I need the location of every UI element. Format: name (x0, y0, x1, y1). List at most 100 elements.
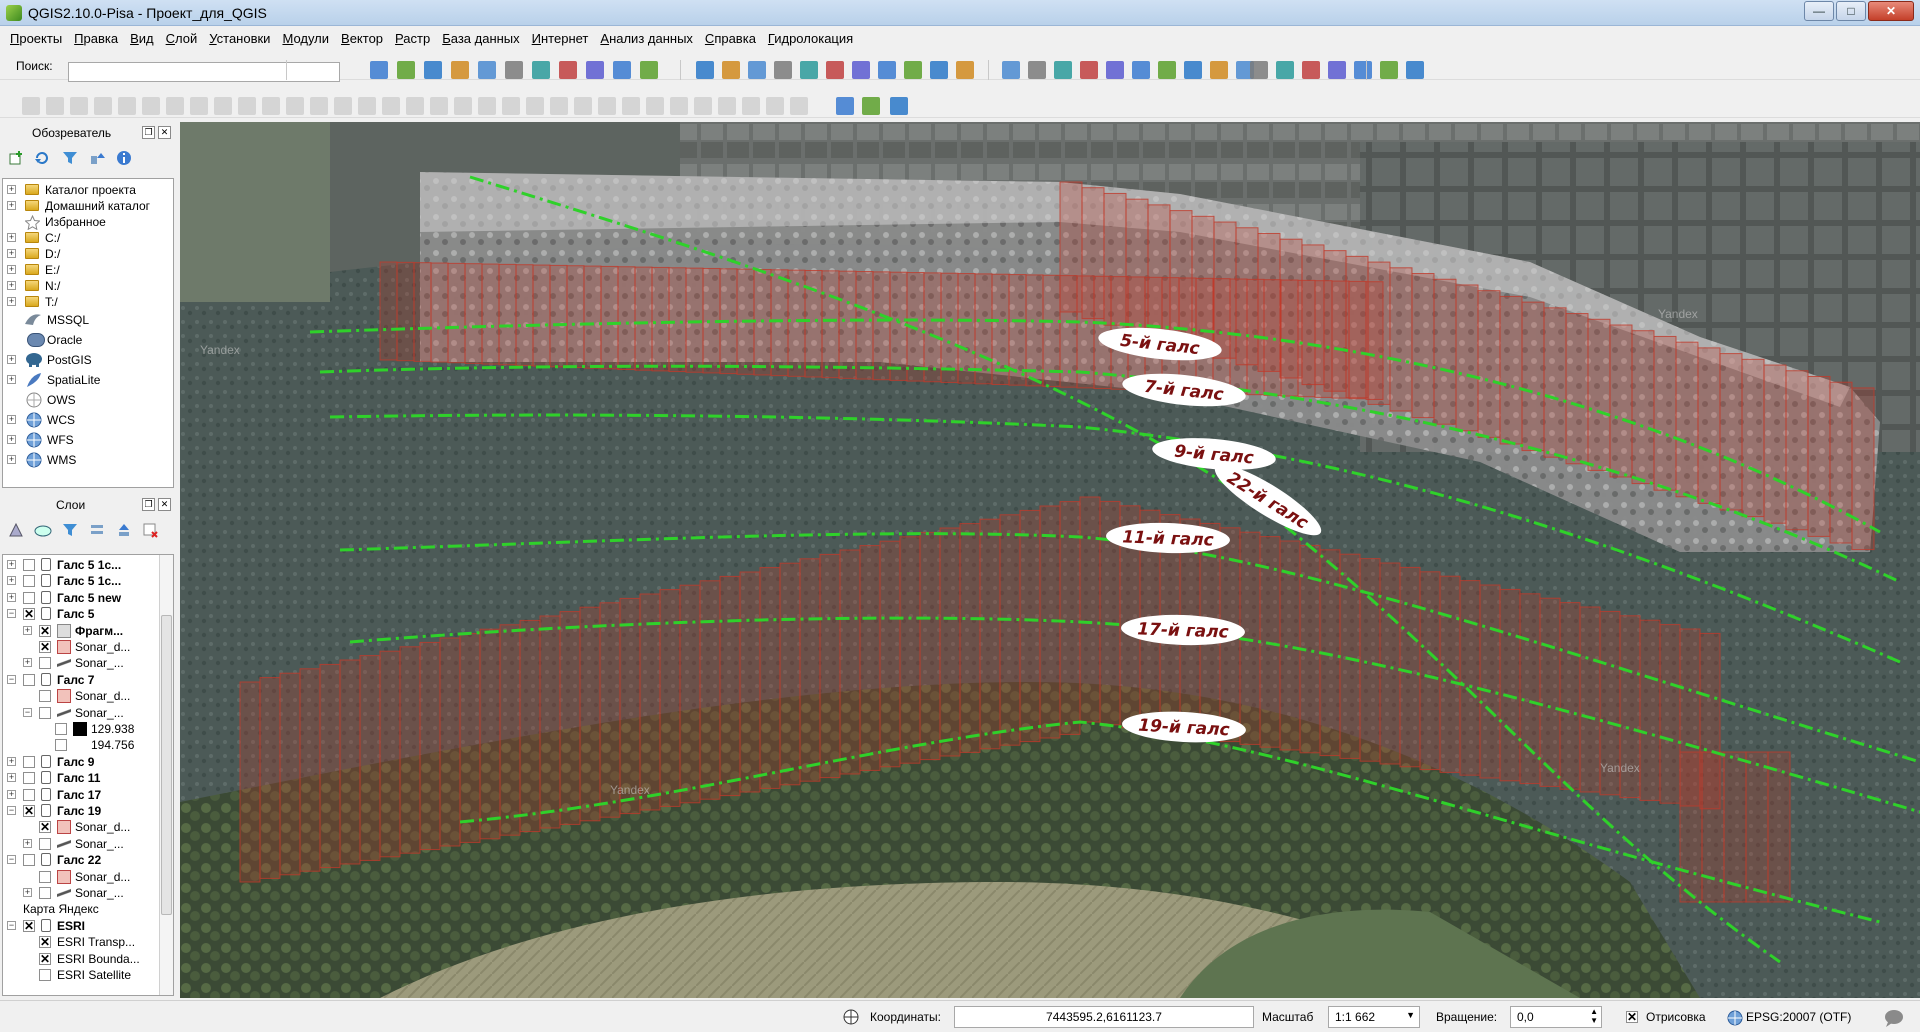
layer-row[interactable]: ✕ Sonar_d... (3, 639, 159, 655)
layer-visibility-checkbox[interactable] (23, 854, 35, 867)
layer-visibility-checkbox[interactable]: ✕ (23, 805, 35, 817)
tree-item-mssql[interactable]: MSSQL (3, 312, 173, 328)
close-button[interactable]: ✕ (1868, 1, 1914, 21)
tree-item-ows[interactable]: OWS (3, 392, 173, 408)
layer-row[interactable]: + ✕ Фрагм... (3, 623, 159, 639)
edit-tool-icon[interactable] (310, 97, 328, 115)
layer-visibility-checkbox[interactable]: ✕ (39, 821, 51, 834)
edit-tool-icon[interactable] (142, 97, 160, 115)
layer-row[interactable]: + Галс 5 1с... (3, 573, 159, 589)
tree-item-drive-e[interactable]: + E:/ (3, 262, 173, 278)
collapse-icon[interactable]: − (7, 609, 16, 619)
collapse-icon[interactable]: − (7, 674, 16, 684)
layer-row[interactable]: + Галс 5 new (3, 590, 159, 606)
maximize-button[interactable]: □ (1836, 1, 1866, 21)
edit-tool-icon[interactable] (502, 97, 520, 115)
main-tool-icon[interactable] (1106, 61, 1124, 79)
main-tool-icon[interactable] (1210, 61, 1228, 79)
main-tool-icon[interactable] (478, 61, 496, 79)
edit-tool-icon[interactable] (46, 97, 64, 115)
expand-icon[interactable]: + (23, 658, 32, 668)
close-panel-icon[interactable]: ✕ (158, 126, 171, 139)
edit-tool-icon[interactable] (694, 97, 712, 115)
layer-visibility-checkbox[interactable]: ✕ (39, 952, 51, 965)
plugin-tool-icon[interactable] (890, 97, 908, 115)
layer-visibility-checkbox[interactable] (39, 837, 51, 850)
tree-item-home[interactable]: + Домашний каталог (3, 198, 173, 214)
edit-tool-icon[interactable] (742, 97, 760, 115)
refresh-icon[interactable] (34, 150, 52, 166)
layer-row[interactable]: ✕ ESRI Transp... (3, 934, 159, 950)
edit-tool-icon[interactable] (262, 97, 280, 115)
float-panel-icon[interactable]: ❐ (142, 498, 155, 511)
search-input[interactable] (68, 62, 340, 82)
layer-visibility-checkbox[interactable] (23, 673, 35, 686)
edit-tool-icon[interactable] (550, 97, 568, 115)
layer-visibility-checkbox[interactable] (39, 690, 51, 703)
collapse-icon[interactable]: − (7, 806, 16, 815)
main-tool-icon[interactable] (956, 61, 974, 79)
menu-database[interactable]: База данных (436, 31, 525, 46)
layer-row[interactable]: + Sonar_... (3, 885, 159, 901)
collapse-icon[interactable]: − (7, 855, 16, 865)
main-tool-icon[interactable] (1406, 61, 1424, 79)
expand-icon[interactable]: + (23, 888, 32, 897)
layer-visibility-checkbox[interactable] (39, 969, 51, 981)
layer-visibility-checkbox[interactable]: ✕ (23, 608, 35, 621)
layer-visibility-checkbox[interactable]: ✕ (39, 641, 51, 653)
main-tool-icon[interactable] (1380, 61, 1398, 79)
edit-tool-icon[interactable] (166, 97, 184, 115)
minimize-button[interactable]: — (1804, 1, 1834, 21)
menu-settings[interactable]: Установки (203, 31, 276, 46)
collapse-all-icon[interactable] (89, 150, 107, 166)
main-tool-icon[interactable] (1328, 61, 1346, 79)
main-tool-icon[interactable] (774, 61, 792, 79)
main-tool-icon[interactable] (532, 61, 550, 79)
edit-tool-icon[interactable] (766, 97, 784, 115)
main-tool-icon[interactable] (1002, 61, 1020, 79)
main-tool-icon[interactable] (1250, 61, 1268, 79)
main-tool-icon[interactable] (826, 61, 844, 79)
main-tool-icon[interactable] (1302, 61, 1320, 79)
edit-tool-icon[interactable] (190, 97, 208, 115)
main-tool-icon[interactable] (424, 61, 442, 79)
tree-item-project-home[interactable]: + Каталог проекта (3, 182, 173, 198)
layers-scrollbar[interactable] (159, 555, 173, 995)
edit-tool-icon[interactable] (478, 97, 496, 115)
edit-tool-icon[interactable] (238, 97, 256, 115)
edit-tool-icon[interactable] (334, 97, 352, 115)
menu-web[interactable]: Интернет (526, 31, 595, 46)
main-tool-icon[interactable] (559, 61, 577, 79)
menu-raster[interactable]: Растр (389, 31, 436, 46)
tree-item-drive-n[interactable]: + N:/ (3, 278, 173, 294)
menu-plugins[interactable]: Модули (276, 31, 335, 46)
layer-visibility-checkbox[interactable] (23, 755, 35, 768)
edit-tool-icon[interactable] (622, 97, 640, 115)
menu-sonar[interactable]: Гидролокация (762, 31, 859, 46)
layer-row[interactable]: 129.938 (3, 721, 159, 737)
tree-item-postgis[interactable]: + PostGIS (3, 352, 173, 368)
layer-visibility-checkbox[interactable] (23, 772, 35, 785)
menu-projects[interactable]: Проекты (4, 31, 68, 46)
menu-vector[interactable]: Вектор (335, 31, 389, 46)
layer-visibility-checkbox[interactable] (39, 706, 51, 719)
scale-combo[interactable]: 1:1 662 ▼ (1328, 1006, 1420, 1028)
main-tool-icon[interactable] (1054, 61, 1072, 79)
menu-layer[interactable]: Слой (160, 31, 204, 46)
edit-tool-icon[interactable] (22, 97, 40, 115)
edit-tool-icon[interactable] (214, 97, 232, 115)
layer-visibility-checkbox[interactable] (55, 739, 67, 752)
main-tool-icon[interactable] (1184, 61, 1202, 79)
layer-row[interactable]: − Sonar_... (3, 705, 159, 721)
add-group-icon[interactable] (34, 522, 52, 541)
map-canvas[interactable]: Yandex Yandex Yandex Yandex 5-й галс 7-й… (180, 122, 1920, 998)
tree-item-oracle[interactable]: Oracle (3, 332, 173, 348)
edit-tool-icon[interactable] (454, 97, 472, 115)
layer-row[interactable]: + Галс 9 (3, 754, 159, 770)
layer-visibility-checkbox[interactable] (23, 559, 35, 571)
expand-icon[interactable]: + (7, 756, 16, 766)
collapse-all-icon[interactable] (116, 522, 132, 541)
edit-tool-icon[interactable] (790, 97, 808, 115)
edit-tool-icon[interactable] (118, 97, 136, 115)
main-tool-icon[interactable] (904, 61, 922, 79)
